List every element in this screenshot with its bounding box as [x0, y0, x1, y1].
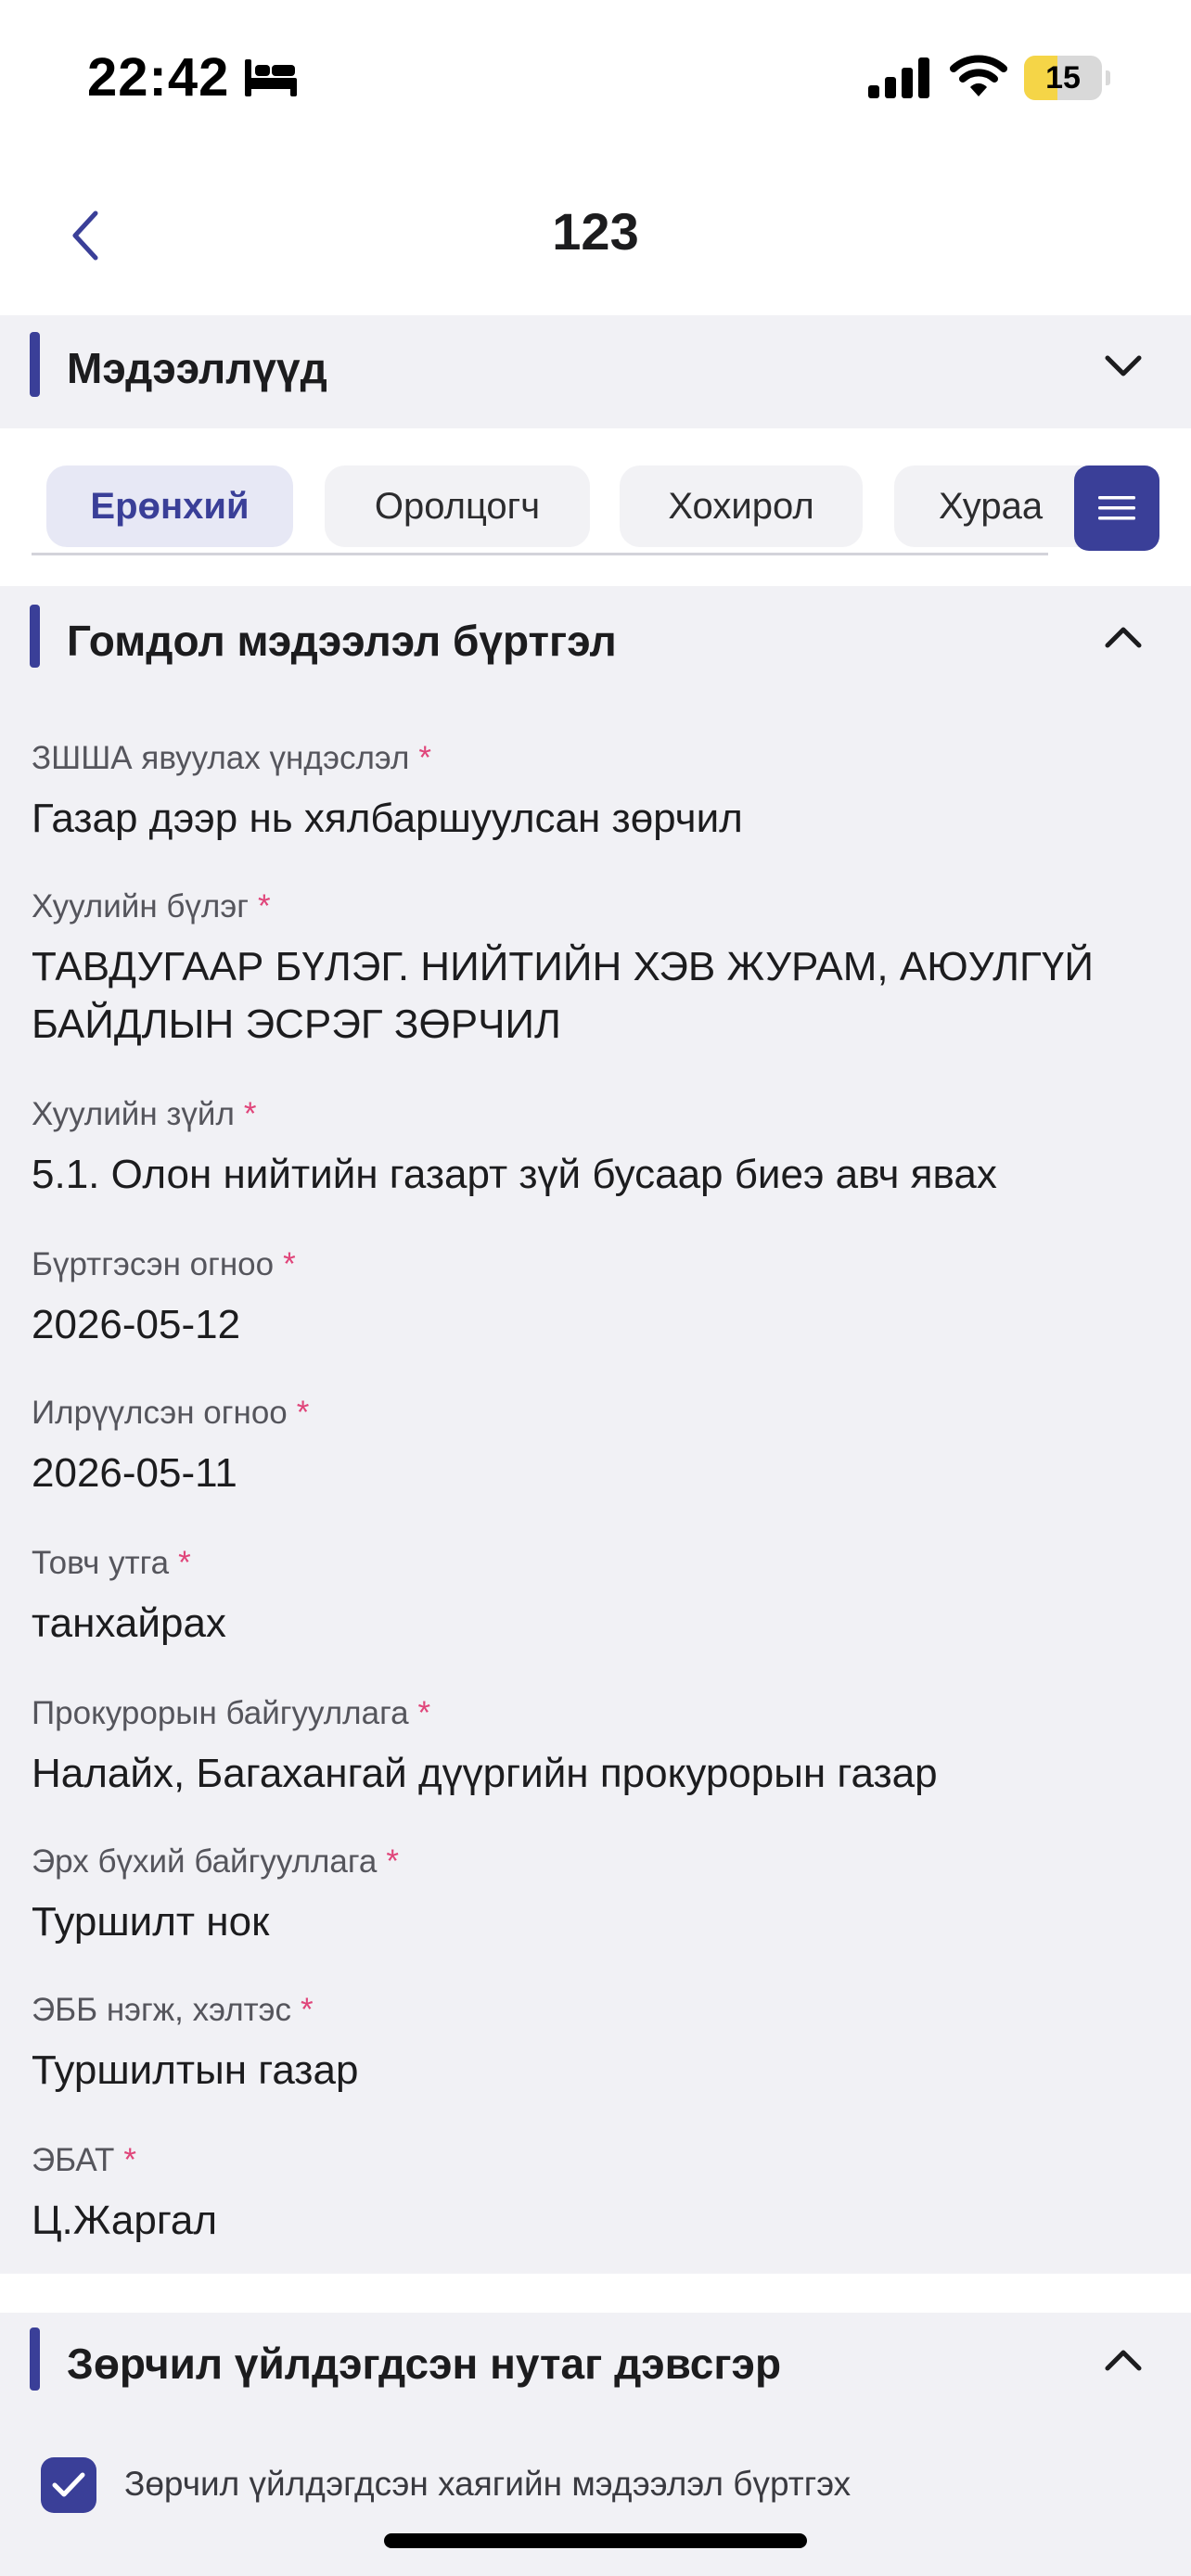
field-value[interactable]: Газар дээр нь хялбаршуулсан зөрчил — [32, 790, 1163, 848]
required-mark: * — [257, 888, 271, 925]
field-label: ЭББ нэгж, хэлтэс * — [32, 1992, 314, 2028]
field-label: Хуулийн зүйл * — [32, 1096, 257, 1132]
chevron-up-icon[interactable] — [1100, 2337, 1146, 2383]
tab-participant[interactable]: Оролцогч — [325, 465, 590, 547]
chevron-left-icon — [72, 210, 98, 261]
field-value[interactable]: Налайх, Багахангай дүүргийн прокурорын г… — [32, 1745, 1163, 1803]
field-value[interactable]: 5.1. Олон нийтийн газарт зүй бусаар биеэ… — [32, 1146, 1163, 1204]
required-mark: * — [296, 1395, 310, 1431]
required-mark: * — [418, 740, 432, 776]
field-value[interactable]: танхайрах — [32, 1595, 1163, 1652]
field-value[interactable]: Ц.Жаргал — [32, 2192, 1163, 2250]
field-label: Товч утга * — [32, 1545, 191, 1581]
nav-header: 123 — [0, 158, 1191, 315]
home-indicator[interactable] — [384, 2533, 807, 2548]
tab-damage[interactable]: Хохирол — [620, 465, 863, 547]
field-label: Эрх бүхий байгууллага * — [32, 1843, 399, 1880]
status-bar: 22:42 15 — [0, 0, 1191, 158]
battery-indicator: 15 — [1024, 56, 1110, 100]
field-value[interactable]: 2026-05-11 — [32, 1445, 1163, 1502]
field-label: ЭБАТ * — [32, 2142, 136, 2178]
battery-level: 15 — [1045, 60, 1081, 96]
cellular-signal-icon — [868, 57, 929, 98]
page-title: 123 — [552, 202, 639, 261]
section-accent — [30, 2327, 40, 2391]
required-mark: * — [178, 1545, 191, 1581]
checkmark-icon — [52, 2472, 85, 2497]
status-time: 22:42 — [87, 47, 230, 108]
field-label: ЗШША явуулах үндэслэл * — [32, 740, 432, 776]
required-mark: * — [386, 1843, 399, 1880]
field-label: Илрүүлсэн огноо * — [32, 1395, 310, 1431]
field-value[interactable]: Туршилт нок — [32, 1894, 1163, 1951]
field-label: Бүртгэсэн огноо * — [32, 1246, 296, 1282]
chevron-up-icon[interactable] — [1100, 614, 1146, 660]
field-value[interactable]: Туршилтын газар — [32, 2042, 1163, 2099]
required-mark: * — [123, 2142, 136, 2178]
required-mark: * — [301, 1992, 314, 2028]
section-accent — [30, 605, 40, 668]
tab-bar: Ерөнхий Оролцогч Хохирол Хураа — [0, 456, 1191, 556]
tab-general[interactable]: Ерөнхий — [46, 465, 293, 547]
field-label: Прокурорын байгууллага * — [32, 1695, 431, 1731]
field-value[interactable]: 2026-05-12 — [32, 1296, 1163, 1354]
section-info-header[interactable]: Мэдээллүүд — [0, 315, 1191, 428]
tabs-menu-button[interactable] — [1074, 465, 1159, 551]
required-mark: * — [417, 1695, 431, 1731]
address-checkbox-label[interactable]: Зөрчил үйлдэгдсэн хаягийн мэдээлэл бүртг… — [124, 2465, 851, 2504]
wifi-icon — [950, 55, 1007, 96]
required-mark: * — [283, 1246, 296, 1282]
section-info-title: Мэдээллүүд — [67, 344, 327, 392]
section-complaint-title: Гомдол мэдээлэл бүртгэл — [67, 617, 617, 665]
hamburger-menu-icon — [1098, 496, 1135, 520]
section-accent — [30, 332, 40, 397]
field-value[interactable]: ТАВДУГААР БҮЛЭГ. НИЙТИЙН ХЭВ ЖУРАМ, АЮУЛ… — [32, 938, 1163, 1053]
required-mark: * — [243, 1096, 257, 1132]
field-label: Хуулийн бүлэг * — [32, 888, 271, 925]
complaint-section: Гомдол мэдээлэл бүртгэл ЗШША явуулах үнд… — [0, 586, 1191, 2274]
screen: 22:42 15 123 Мэдээллүүд Ерөнхий Оролцогч… — [0, 0, 1191, 2576]
tabs-underline — [32, 553, 1048, 555]
address-checkbox[interactable] — [41, 2457, 96, 2513]
sleep-focus-icon — [245, 59, 297, 96]
back-button[interactable] — [58, 198, 113, 273]
section-location-title: Зөрчил үйлдэгдсэн нутаг дэвсгэр — [67, 2340, 782, 2388]
chevron-down-icon[interactable] — [1100, 343, 1146, 389]
